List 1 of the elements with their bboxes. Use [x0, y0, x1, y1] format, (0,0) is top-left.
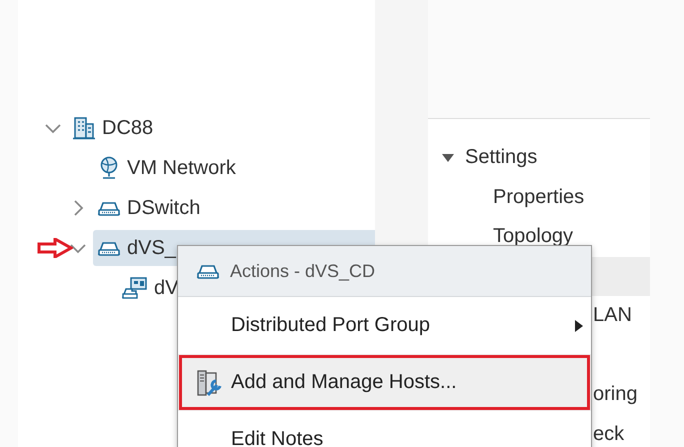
menu-title: Actions - dVS_CD: [230, 260, 376, 282]
